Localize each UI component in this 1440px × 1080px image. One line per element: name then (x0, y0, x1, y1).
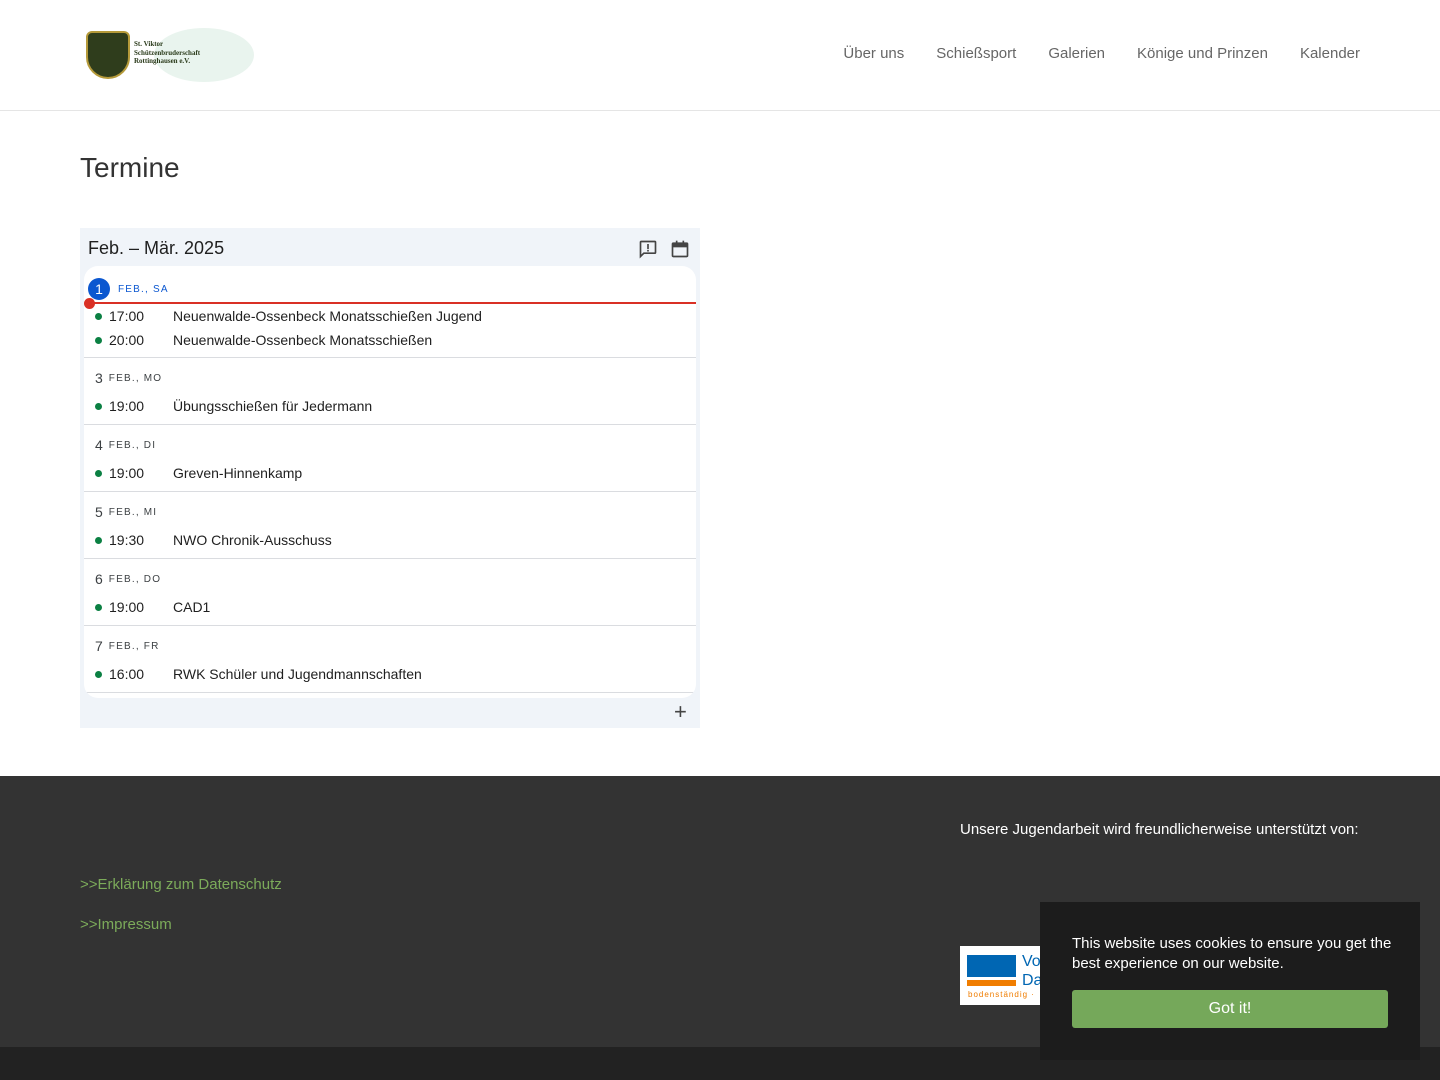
logo-bar (967, 980, 1016, 986)
calendar-range: Feb. – Mär. 2025 (88, 238, 225, 258)
event-dot-icon (95, 469, 102, 477)
day-header[interactable]: 1 FEB., SA (88, 278, 169, 300)
event-time: 19:30 (109, 532, 145, 548)
event-item[interactable]: 19:30 NWO Chronik-Ausschuss (95, 532, 332, 548)
day-number: 5 (95, 504, 103, 520)
day-weekday: FEB., MO (108, 372, 163, 384)
sponsor-logo[interactable]: Vo Da bodenständig · (960, 946, 1050, 1005)
cookie-message: This website uses cookies to ensure you … (1072, 935, 1392, 972)
plus-icon[interactable]: + (674, 701, 687, 723)
nav-koenige[interactable]: Könige und Prinzen (1137, 45, 1268, 62)
day-header[interactable]: 5 FEB., MI (95, 504, 157, 520)
day-weekday: FEB., SA (118, 283, 169, 295)
day-number: 3 (95, 370, 103, 386)
day-number: 1 (88, 278, 110, 300)
event-time: 17:00 (109, 308, 145, 324)
event-time: 20:00 (109, 332, 145, 348)
logo-shield (86, 31, 130, 79)
day-header[interactable]: 7 FEB., FR (95, 638, 160, 654)
event-title: Übungsschießen für Jedermann (173, 398, 373, 414)
agenda-day: 6 FEB., DO 19:00 CAD1 (84, 559, 696, 626)
event-dot-icon (95, 336, 102, 344)
event-time: 19:00 (109, 398, 145, 414)
event-time: 16:00 (109, 666, 145, 682)
page-title: Termine (80, 152, 180, 183)
nav-kalender[interactable]: Kalender (1300, 45, 1360, 62)
event-item[interactable]: 20:00 Neuenwalde-Ossenbeck Monatsschießen (95, 332, 432, 348)
calendar-widget: Feb. – Mär. 2025 1 FEB., SA 17:00 Neuenwald… (80, 228, 700, 728)
nav-galerien[interactable]: Galerien (1048, 45, 1105, 62)
agenda-day: 5 FEB., MI 19:30 NWO Chronik-Ausschuss (84, 492, 696, 559)
logo-slogan: bodenständig · (968, 990, 1035, 999)
event-title: NWO Chronik-Ausschuss (173, 532, 332, 548)
accept-cookies-button[interactable]: Got it! (1072, 990, 1388, 1028)
logo-mark (967, 955, 1016, 977)
day-header[interactable]: 4 FEB., DI (95, 437, 156, 453)
day-weekday: FEB., DI (108, 439, 157, 451)
main-nav: Über uns Schießsport Galerien Könige und… (843, 45, 1360, 62)
event-item[interactable]: 19:00 Greven-Hinnenkamp (95, 465, 302, 481)
event-title: Greven-Hinnenkamp (173, 465, 303, 481)
event-time: 19:00 (109, 599, 145, 615)
event-item[interactable]: 19:00 CAD1 (95, 599, 210, 615)
current-time-line (90, 302, 696, 304)
agenda-list[interactable]: 1 FEB., SA 17:00 Neuenwalde-Ossenbeck Monat… (84, 266, 696, 698)
event-dot-icon (95, 536, 102, 544)
event-dot-icon (95, 312, 102, 320)
event-item[interactable]: 17:00 Neuenwalde-Ossenbeck Monatsschießen… (95, 308, 482, 324)
nav-schiesssport[interactable]: Schießsport (936, 45, 1016, 62)
agenda-day: 1 FEB., SA 17:00 Neuenwalde-Ossenbeck Monat… (84, 266, 696, 358)
day-weekday: FEB., DO (108, 573, 162, 585)
event-dot-icon (95, 670, 102, 678)
support-text: Unsere Jugendarbeit wird freundlicherwei… (960, 821, 1359, 838)
privacy-link[interactable]: >>Erklärung zum Datenschutz (80, 876, 282, 893)
event-dot-icon (95, 402, 102, 410)
day-number: 7 (95, 638, 103, 654)
current-time-dot (84, 298, 95, 309)
day-number: 4 (95, 437, 103, 453)
agenda-day: 4 FEB., DI 19:00 Greven-Hinnenkamp (84, 425, 696, 492)
feedback-icon[interactable] (638, 239, 658, 259)
logo-text: St. Viktor Schützenbruderschaft Rottinghau… (134, 40, 201, 65)
site-logo[interactable]: St. Viktor Schützenbruderschaft Rottinghau… (84, 28, 254, 82)
event-title: RWK Schüler und Jugendmannschaften (173, 666, 422, 682)
event-title: Neuenwalde-Ossenbeck Monatsschießen (173, 332, 433, 348)
event-title: CAD1 (173, 599, 211, 615)
agenda-day: 3 FEB., MO 19:00 Übungsschießen für Jederma… (84, 358, 696, 425)
day-weekday: FEB., MI (108, 506, 158, 518)
day-number: 6 (95, 571, 103, 587)
event-title: Neuenwalde-Ossenbeck Monatsschießen Juge… (173, 308, 482, 324)
site-header: St. Viktor Schützenbruderschaft Rottinghau… (0, 0, 1440, 111)
nav-ueber-uns[interactable]: Über uns (843, 45, 904, 62)
day-header[interactable]: 3 FEB., MO (95, 370, 162, 386)
event-time: 19:00 (109, 465, 145, 481)
calendar-icon[interactable] (670, 239, 690, 259)
imprint-link[interactable]: >>Impressum (80, 916, 172, 933)
event-item[interactable]: 16:00 RWK Schüler und Jugendmannschaften (95, 666, 422, 682)
day-weekday: FEB., FR (108, 640, 160, 652)
day-header[interactable]: 6 FEB., DO (95, 571, 161, 587)
cookie-banner: This website uses cookies to ensure you … (1040, 902, 1420, 1060)
agenda-day: 7 FEB., FR 16:00 RWK Schüler und Jugendmann… (84, 626, 696, 693)
event-dot-icon (95, 603, 102, 611)
event-item[interactable]: 19:00 Übungsschießen für Jedermann (95, 398, 372, 414)
